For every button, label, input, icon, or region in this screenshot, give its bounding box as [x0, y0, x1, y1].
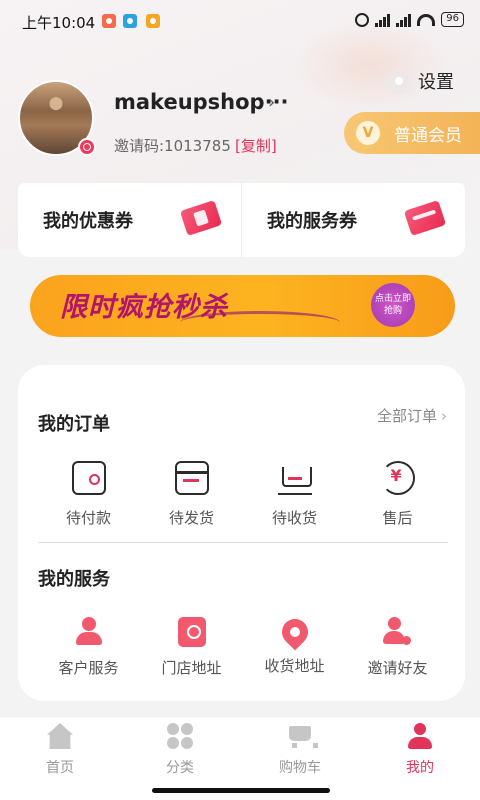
taobao-icon [102, 14, 116, 28]
home-icon [47, 723, 73, 749]
services-title: 我的服务 [38, 569, 110, 590]
signal-icon [375, 13, 391, 27]
settings-label: 设置 [418, 72, 454, 93]
tab-label: 首页 [46, 760, 74, 776]
box-icon [174, 461, 209, 495]
order-pending-payment[interactable]: 待付款 [37, 461, 140, 528]
banner-title: 限时疯抢秒杀 [60, 292, 228, 323]
tab-label: 我的 [406, 760, 434, 776]
tab-label: 分类 [166, 760, 194, 776]
coupons-card: 我的优惠券 我的服务券 [18, 183, 465, 257]
order-pending-receipt[interactable]: 待收货 [243, 461, 346, 528]
member-level-label: 普通会员 [394, 125, 462, 146]
divider [38, 542, 448, 543]
service-item-label: 邀请好友 [367, 659, 428, 677]
invite-friend-button[interactable]: 邀请好友 [346, 617, 449, 678]
order-item-label: 售后 [382, 509, 413, 527]
invite-friend-icon [382, 617, 413, 647]
my-service-coupons-button[interactable]: 我的服务券 [241, 183, 465, 257]
orders-title: 我的订单 [38, 414, 110, 435]
home-indicator[interactable] [152, 788, 330, 793]
status-bar: 上午10:04 96 [0, 0, 480, 44]
after-sales-icon [380, 461, 415, 495]
service-item-label: 门店地址 [161, 659, 222, 677]
profile-icon [407, 723, 433, 749]
tab-label: 购物车 [279, 760, 321, 776]
tab-home[interactable]: 首页 [0, 717, 120, 800]
order-item-label: 待收货 [271, 509, 317, 527]
wifi-icon [417, 13, 436, 26]
customer-service-button[interactable]: 客户服务 [37, 617, 140, 678]
member-level-badge[interactable]: V 普通会员 [344, 112, 480, 154]
shopping-cart-icon [287, 723, 318, 749]
invite-code: 邀请码:1013785 [114, 137, 231, 155]
order-after-sales[interactable]: 售后 [346, 461, 449, 528]
status-indicators: 96 [355, 12, 464, 27]
settings-button[interactable]: 设置 [386, 68, 454, 94]
all-orders-label: 全部订单 [376, 407, 437, 425]
service-item-label: 客户服务 [58, 659, 119, 677]
banner-buy-now-button[interactable]: 点击立即抢购 [371, 283, 415, 327]
service-item-label: 收货地址 [264, 657, 325, 675]
my-coupons-label: 我的优惠券 [43, 211, 133, 232]
my-coupons-button[interactable]: 我的优惠券 [18, 183, 241, 257]
flash-sale-banner[interactable]: 限时疯抢秒杀 点击立即抢购 [30, 275, 455, 337]
order-pending-shipment[interactable]: 待发货 [140, 461, 243, 528]
weibo-icon [146, 14, 160, 28]
category-icon [167, 723, 193, 749]
signal-icon-2 [396, 13, 412, 27]
copy-invite-button[interactable]: [复制] [235, 135, 277, 156]
avatar-edit-icon[interactable] [78, 138, 96, 156]
shipping-address-button[interactable]: 收货地址 [243, 613, 346, 678]
service-ticket-icon [403, 200, 447, 236]
order-item-label: 待付款 [65, 509, 111, 527]
username[interactable]: makeupshop··· [114, 90, 289, 114]
services-row: 客户服务 门店地址 收货地址 邀请好友 [18, 613, 465, 678]
order-item-label: 待发货 [168, 509, 214, 527]
settings-icon [386, 68, 412, 94]
order-status-row: 待付款 待发货 待收货 售后 [18, 461, 465, 528]
location-pin-icon [276, 613, 313, 651]
orders-services-card: 我的订单 全部订单› 待付款 待发货 待收货 售后 我的服务 客户服务 门店地址 [18, 365, 465, 701]
coupon-ticket-icon [179, 200, 223, 236]
vip-icon: V [356, 121, 380, 145]
status-time: 上午10:04 [22, 14, 96, 32]
cart-icon [277, 461, 312, 495]
chevron-right-icon: › [441, 407, 447, 425]
customer-service-icon [74, 617, 104, 647]
wallet-icon [71, 461, 106, 495]
alarm-icon [355, 12, 370, 27]
all-orders-link[interactable]: 全部订单 › [377, 405, 447, 426]
tab-mine[interactable]: 我的 [360, 717, 480, 800]
battery-icon: 96 [441, 12, 464, 27]
telegram-icon [123, 14, 137, 28]
store-address-icon [177, 617, 206, 647]
my-service-coupons-label: 我的服务券 [267, 211, 357, 232]
chevron-right-icon[interactable]: › [268, 92, 275, 113]
store-address-button[interactable]: 门店地址 [140, 617, 243, 678]
